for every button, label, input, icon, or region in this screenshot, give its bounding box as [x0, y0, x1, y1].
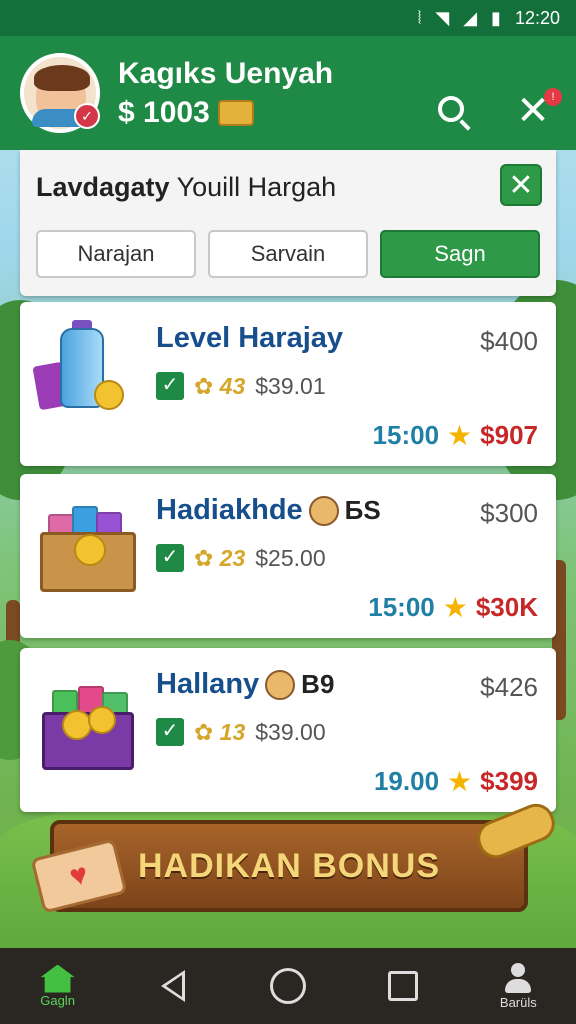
balance-value: $ 1003: [118, 96, 210, 129]
status-time: 12:20: [514, 7, 560, 28]
notification-badge: !: [544, 88, 562, 106]
card-price: $426: [480, 672, 538, 702]
treasure-crate-icon: [34, 492, 144, 602]
nav-home-button[interactable]: [253, 968, 323, 1004]
tab-sarvain[interactable]: Sarvain: [208, 230, 368, 278]
search-icon: [438, 96, 464, 122]
nav-profile-label: Barüls: [499, 994, 537, 1010]
bonus-button[interactable]: HADIKAN BONUS: [50, 820, 528, 912]
filter-panel: Lavdagaty Youill Hargah ✕ Narajan Sarvai…: [20, 150, 556, 296]
verified-badge-icon: ✓: [74, 103, 100, 129]
star-icon: ★: [447, 420, 473, 451]
card-price: $400: [480, 326, 538, 356]
coin-count: ✿ 43: [194, 372, 246, 399]
offer-card[interactable]: Level Harajay $400 ✓ ✿ 43 $39.01 15:00 ★…: [20, 302, 556, 466]
app-header: ✓ Kagıks Uenyah $ 1003 ✕ !: [0, 36, 576, 150]
checkbox-icon[interactable]: ✓: [156, 372, 184, 400]
card-reward: $30K: [475, 592, 538, 622]
status-bar: ⦚ ◥ ◢ ▮ 12:20: [0, 0, 576, 36]
coin-count: ✿ 13: [194, 718, 246, 745]
panel-title: Lavdagaty Youill Hargah: [36, 172, 337, 202]
nav-profile[interactable]: Barüls: [483, 962, 553, 1010]
gold-bar-icon: [217, 100, 254, 126]
card-amount: $25.00: [255, 544, 326, 571]
bottom-nav: Gagln Barüls: [0, 948, 576, 1024]
user-name: Kagıks Uenyah: [118, 57, 334, 90]
nav-back-button[interactable]: [138, 970, 208, 1002]
card-timer: 15:00: [372, 420, 440, 450]
card-amount: $39.01: [255, 372, 326, 399]
potion-bottle-icon: [32, 320, 144, 430]
card-title: Hallany B9: [156, 668, 335, 700]
home-icon: [40, 964, 75, 993]
character-emoji-icon: [308, 495, 339, 526]
checkbox-icon[interactable]: ✓: [156, 544, 184, 572]
nav-home[interactable]: Gagln: [23, 964, 93, 1008]
card-title: Level Harajay: [156, 322, 344, 354]
panel-close-button[interactable]: ✕: [500, 164, 542, 206]
treasure-chest-icon: [34, 666, 144, 776]
nav-recents-button[interactable]: [368, 971, 438, 1001]
back-icon: [160, 970, 185, 1002]
search-button[interactable]: [428, 86, 478, 136]
card-reward: $907: [480, 420, 538, 450]
card-reward: $399: [480, 766, 538, 796]
character-emoji-icon: [265, 669, 296, 700]
coin-count: ✿ 23: [194, 544, 246, 571]
signal-icon: ◢: [463, 7, 478, 28]
tab-sagn[interactable]: Sagn: [380, 230, 540, 278]
checkbox-icon[interactable]: ✓: [156, 718, 184, 746]
card-title: Hadiakhde БS: [156, 494, 381, 526]
nav-home-label: Gagln: [40, 992, 75, 1008]
wifi-icon: ◥: [435, 7, 450, 28]
card-timer: 19.00: [373, 766, 440, 796]
recents-icon: [388, 971, 419, 1001]
battery-icon: ▮: [491, 7, 501, 28]
card-price: $300: [480, 498, 538, 528]
star-icon: ★: [442, 592, 468, 623]
filter-tabs: Narajan Sarvain Sagn: [36, 230, 540, 278]
card-amount: $39.00: [255, 718, 326, 745]
circle-home-icon: [269, 968, 306, 1004]
person-icon: [503, 962, 533, 995]
offer-card[interactable]: Hadiakhde БS $300 ✓ ✿ 23 $25.00 15:00 ★ …: [20, 474, 556, 638]
avatar[interactable]: ✓: [20, 53, 100, 133]
close-icon: ✕: [508, 169, 534, 202]
offer-card[interactable]: Hallany B9 $426 ✓ ✿ 13 $39.00 19.00 ★ $3…: [20, 648, 556, 812]
vibrate-icon: ⦚: [417, 7, 422, 28]
tab-narajan[interactable]: Narajan: [36, 230, 196, 278]
card-timer: 15:00: [368, 592, 435, 622]
star-icon: ★: [447, 766, 473, 797]
